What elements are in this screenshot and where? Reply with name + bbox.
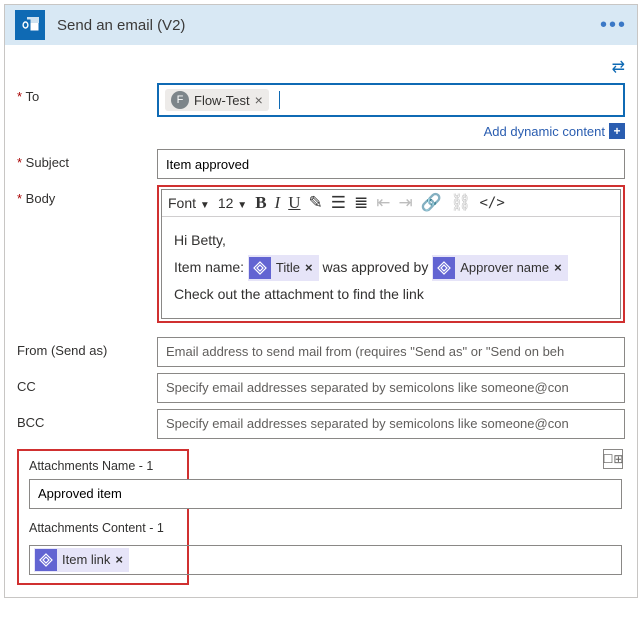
- token-item-link-icon: [35, 549, 57, 571]
- token-item-link[interactable]: Item link ×: [34, 548, 129, 572]
- row-cc: CC: [17, 373, 625, 403]
- token-title-icon: [249, 257, 271, 279]
- to-input[interactable]: F Flow-Test ×: [157, 83, 625, 117]
- text-caret: [279, 91, 280, 109]
- token-title-remove-icon[interactable]: ×: [305, 256, 313, 281]
- label-bcc: BCC: [17, 409, 157, 439]
- rich-editor: Font ▼ 12 ▼ B I U ✎ ☰ ≣ ⇤ ⇥ 🔗 ⛓: [161, 189, 621, 319]
- row-from: From (Send as): [17, 337, 625, 367]
- attachment-name-label: Attachments Name - 1: [29, 459, 177, 473]
- attachment-content-input[interactable]: Item link ×: [29, 545, 622, 575]
- size-select[interactable]: 12 ▼: [218, 195, 247, 211]
- add-dynamic-content-link[interactable]: Add dynamic content +: [484, 123, 625, 139]
- label-subject: Subject: [17, 149, 157, 179]
- chip-label: Flow-Test: [194, 93, 250, 108]
- indent-icon[interactable]: ⇥: [398, 193, 412, 213]
- body-line-3: Check out the attachment to find the lin…: [174, 281, 608, 308]
- italic-button[interactable]: I: [275, 193, 281, 213]
- subject-input[interactable]: [157, 149, 625, 179]
- token-approver-remove-icon[interactable]: ×: [554, 256, 562, 281]
- body-content[interactable]: Hi Betty, Item name: Title ×: [162, 217, 620, 318]
- token-approver[interactable]: Approver name ×: [432, 255, 567, 282]
- label-cc: CC: [17, 373, 157, 403]
- body-line-2: Item name: Title × was approved by: [174, 254, 608, 282]
- body-line-1: Hi Betty,: [174, 227, 608, 254]
- outdent-icon[interactable]: ⇤: [376, 193, 390, 213]
- bcc-input[interactable]: [157, 409, 625, 439]
- font-select[interactable]: Font ▼: [168, 195, 210, 211]
- row-subject: Subject: [17, 149, 625, 179]
- card-title: Send an email (V2): [57, 17, 185, 34]
- switch-array-mode-icon[interactable]: ☐⊞: [603, 449, 623, 469]
- attachment-name-input[interactable]: [29, 479, 622, 509]
- swap-icon[interactable]: ⇄: [612, 57, 625, 77]
- add-dynamic-label: Add dynamic content: [484, 124, 605, 139]
- code-view-button[interactable]: </>: [480, 195, 505, 211]
- underline-button[interactable]: U: [288, 193, 300, 213]
- pen-icon[interactable]: ✎: [308, 193, 322, 213]
- plus-icon: +: [609, 123, 625, 139]
- outlook-icon: [15, 10, 45, 40]
- cc-input[interactable]: [157, 373, 625, 403]
- bullet-list-icon[interactable]: ☰: [331, 193, 346, 213]
- action-card: Send an email (V2) ••• ⇄ To F Flow-Test …: [4, 4, 638, 598]
- card-body: ⇄ To F Flow-Test × Add dynamic content +: [5, 45, 637, 597]
- label-from: From (Send as): [17, 337, 157, 367]
- attachments-highlight-box: Attachments Name - 1 Attachments Content…: [17, 449, 189, 585]
- unlink-icon[interactable]: ⛓: [450, 193, 472, 213]
- link-icon[interactable]: 🔗: [421, 193, 442, 213]
- chip-avatar: F: [171, 91, 189, 109]
- to-chip[interactable]: F Flow-Test ×: [165, 89, 269, 111]
- label-to: To: [17, 83, 157, 117]
- row-to: To F Flow-Test ×: [17, 83, 625, 117]
- token-approver-icon: [433, 257, 455, 279]
- card-menu-button[interactable]: •••: [600, 14, 627, 37]
- row-body: Body Font ▼ 12 ▼ B I U ✎ ☰ ≣ ⇤: [17, 185, 625, 323]
- chip-remove-icon[interactable]: ×: [255, 92, 263, 108]
- numbered-list-icon[interactable]: ≣: [354, 193, 368, 213]
- card-header: Send an email (V2) •••: [5, 5, 637, 45]
- row-bcc: BCC: [17, 409, 625, 439]
- attachment-content-label: Attachments Content - 1: [29, 521, 177, 535]
- editor-toolbar: Font ▼ 12 ▼ B I U ✎ ☰ ≣ ⇤ ⇥ 🔗 ⛓: [162, 190, 620, 217]
- token-item-link-remove-icon[interactable]: ×: [115, 552, 123, 567]
- token-title[interactable]: Title ×: [248, 255, 319, 282]
- from-input[interactable]: [157, 337, 625, 367]
- body-highlight-box: Font ▼ 12 ▼ B I U ✎ ☰ ≣ ⇤ ⇥ 🔗 ⛓: [157, 185, 625, 323]
- bold-button[interactable]: B: [255, 193, 266, 213]
- label-body: Body: [17, 185, 157, 323]
